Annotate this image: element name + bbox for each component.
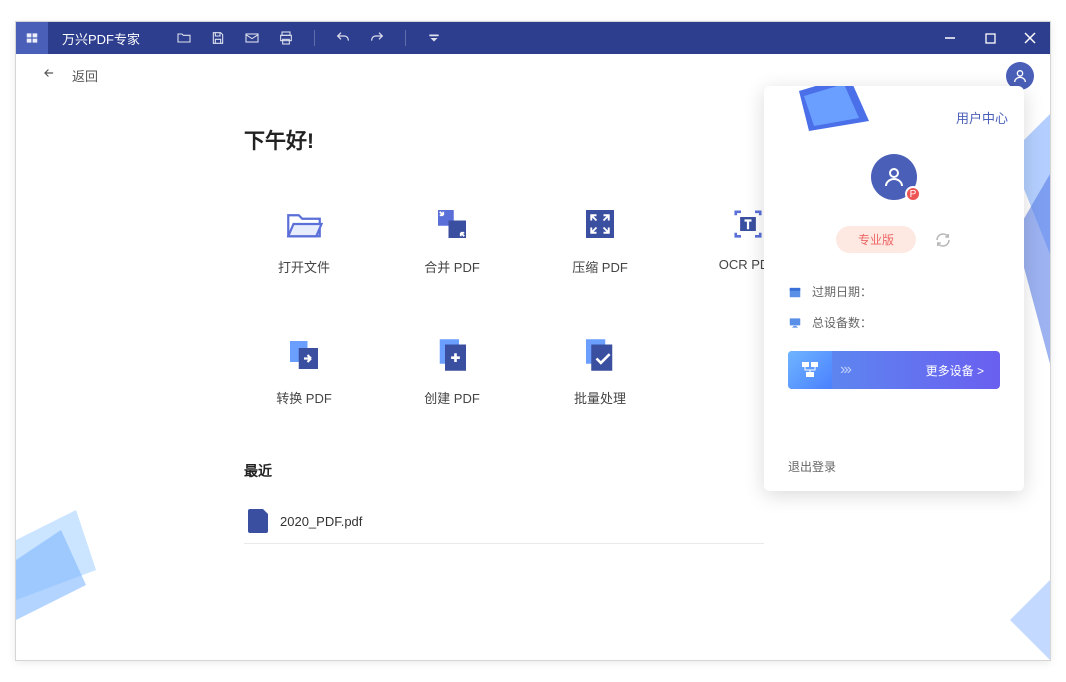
- compress-icon: [579, 203, 621, 245]
- app-title: 万兴PDF专家: [62, 29, 140, 48]
- app-window: 万兴PDF专家 返回: [15, 21, 1051, 661]
- maximize-button[interactable]: [970, 22, 1010, 54]
- tile-label: 批量处理: [574, 388, 626, 407]
- open-folder-icon: [283, 203, 325, 245]
- refresh-icon[interactable]: [934, 231, 952, 249]
- more-devices-label: 更多设备 >: [926, 362, 984, 379]
- decoration-left: [16, 510, 116, 620]
- plan-pill: 专业版: [836, 226, 916, 253]
- tile-open-file[interactable]: 打开文件: [244, 203, 364, 276]
- ocr-icon: [727, 203, 769, 245]
- expiry-row: 过期日期：: [788, 283, 1000, 300]
- batch-icon: [579, 334, 621, 376]
- tile-label: 打开文件: [278, 257, 330, 276]
- recent-file-name: 2020_PDF.pdf: [280, 514, 362, 529]
- tile-create-pdf[interactable]: 创建 PDF: [392, 334, 512, 407]
- print-icon[interactable]: [278, 30, 294, 46]
- expiry-label: 过期日期：: [812, 283, 872, 300]
- devices-label: 总设备数：: [812, 314, 872, 331]
- avatar-container: P: [764, 154, 1024, 200]
- pdf-file-icon: [248, 509, 268, 533]
- create-icon: [431, 334, 473, 376]
- devices-row: 总设备数：: [788, 314, 1000, 331]
- redo-icon[interactable]: [369, 30, 385, 46]
- mail-icon[interactable]: [244, 30, 260, 46]
- tile-label: 转换 PDF: [276, 388, 332, 407]
- plan-badge: P: [905, 186, 921, 202]
- user-avatar[interactable]: P: [871, 154, 917, 200]
- close-button[interactable]: [1010, 22, 1050, 54]
- tile-compress-pdf[interactable]: 压缩 PDF: [540, 203, 660, 276]
- tile-label: 创建 PDF: [424, 388, 480, 407]
- titlebar: 万兴PDF专家: [16, 22, 1050, 54]
- window-controls: [930, 22, 1050, 54]
- menu-more-icon[interactable]: [426, 30, 442, 46]
- app-logo: [16, 22, 48, 54]
- back-label[interactable]: 返回: [72, 66, 98, 85]
- toolbar: [176, 30, 442, 46]
- user-panel: 用户中心 P 专业版 过期日期： 总设备数：: [764, 86, 1024, 491]
- chevrons-icon: ›››: [840, 361, 850, 379]
- user-center-link[interactable]: 用户中心: [956, 108, 1008, 127]
- account-info: 过期日期： 总设备数：: [764, 253, 1024, 331]
- toolbar-separator: [314, 30, 315, 46]
- monitor-icon: [788, 316, 802, 330]
- save-icon[interactable]: [210, 30, 226, 46]
- tile-convert-pdf[interactable]: 转换 PDF: [244, 334, 364, 407]
- logout-link[interactable]: 退出登录: [788, 458, 836, 475]
- convert-icon: [283, 334, 325, 376]
- toolbar-separator: [405, 30, 406, 46]
- minimize-button[interactable]: [930, 22, 970, 54]
- merge-icon: [431, 203, 473, 245]
- tile-merge-pdf[interactable]: 合并 PDF: [392, 203, 512, 276]
- tile-label: 压缩 PDF: [572, 257, 628, 276]
- folder-icon[interactable]: [176, 30, 192, 46]
- tile-batch-process[interactable]: 批量处理: [540, 334, 660, 407]
- decoration-right-bottom: [1010, 580, 1050, 660]
- more-devices-button[interactable]: ››› 更多设备 >: [788, 351, 1000, 389]
- tile-label: 合并 PDF: [424, 257, 480, 276]
- back-arrow-icon[interactable]: [40, 66, 58, 85]
- calendar-icon: [788, 285, 802, 299]
- undo-icon[interactable]: [335, 30, 351, 46]
- devices-network-icon: [788, 351, 832, 389]
- content-area: 返回 下午好! 打开文件 合并 PDF: [16, 54, 1050, 660]
- plan-row: 专业版: [764, 226, 1024, 253]
- recent-file-row[interactable]: 2020_PDF.pdf: [244, 499, 764, 544]
- panel-decoration: [799, 86, 869, 131]
